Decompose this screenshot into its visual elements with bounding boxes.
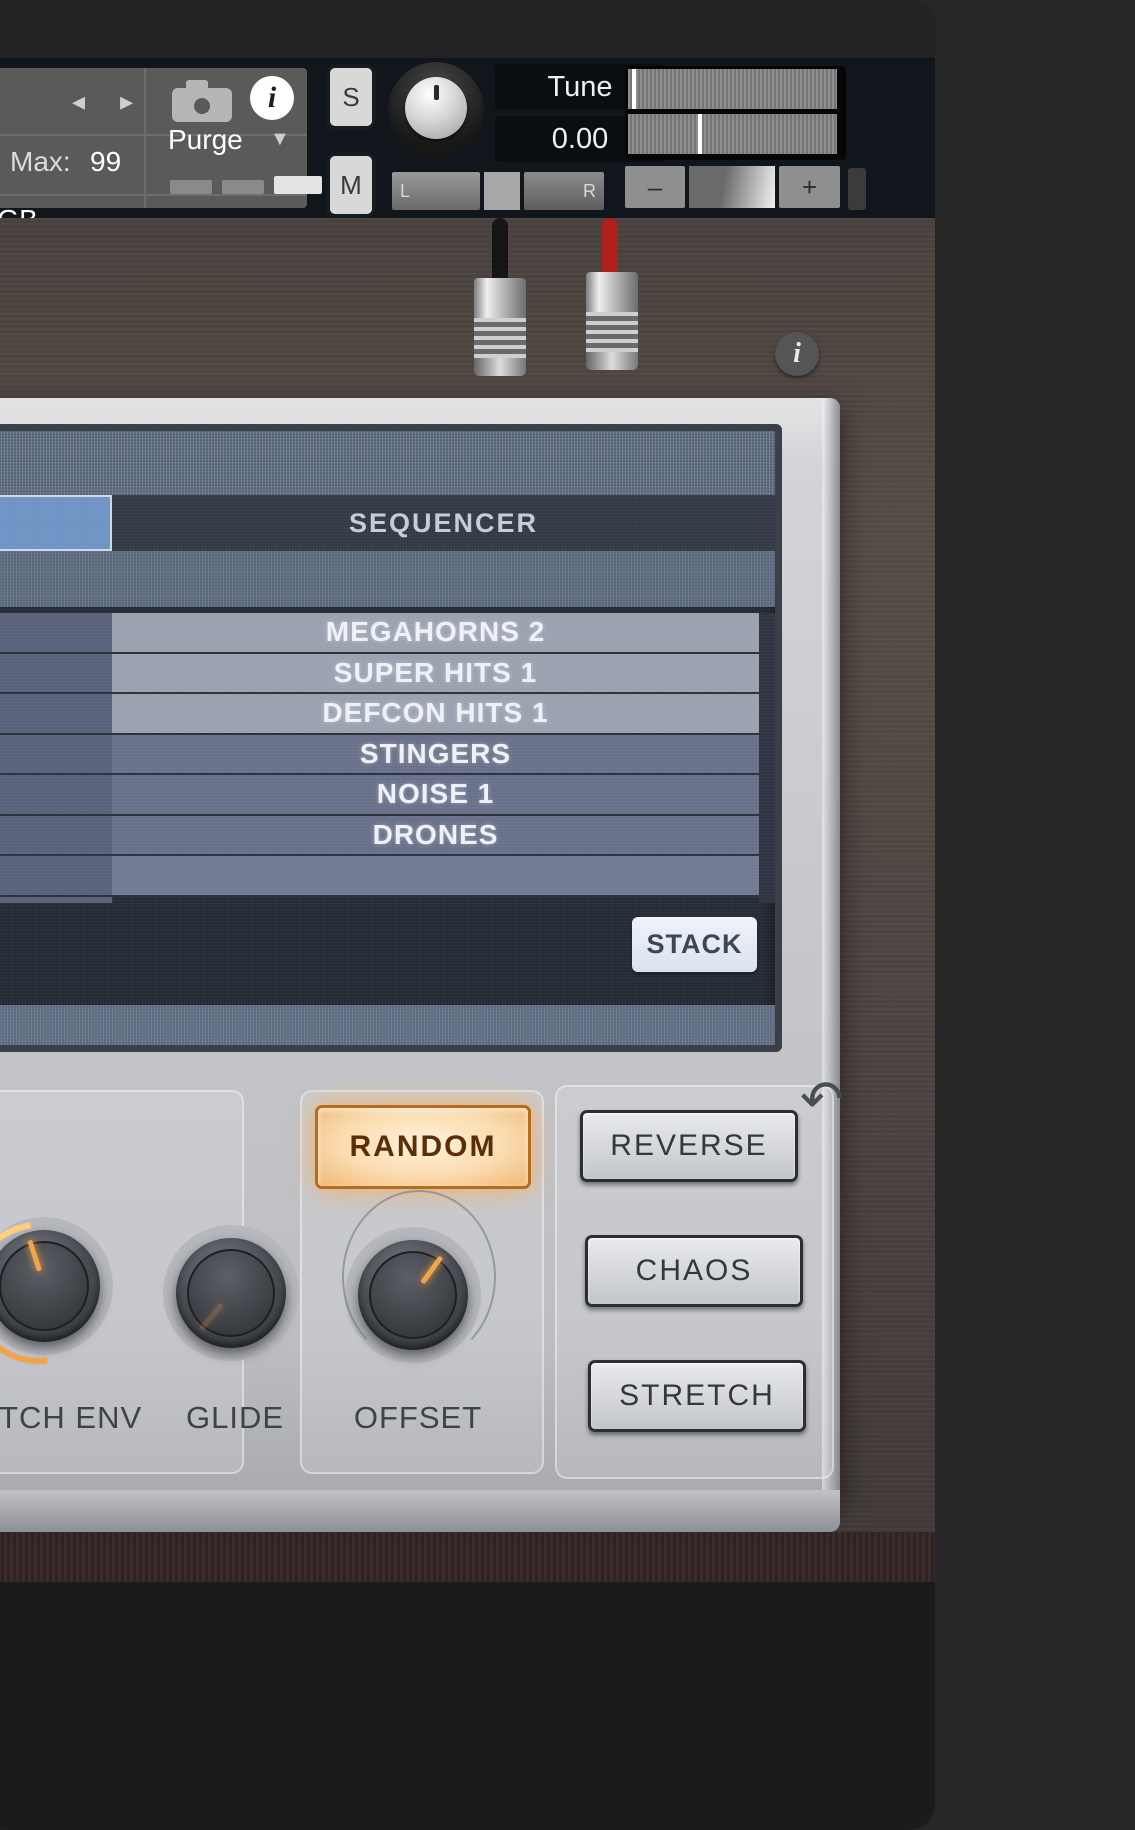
mute-button[interactable]: M	[330, 156, 372, 214]
screen-top-bar	[0, 431, 775, 495]
offset-arc	[342, 1190, 496, 1364]
list-row-handle[interactable]	[0, 613, 112, 654]
list-item[interactable]: NOISE 1	[112, 775, 759, 816]
chevron-down-icon: ▼	[270, 128, 290, 150]
camera-icon[interactable]	[172, 78, 232, 122]
tune-knob[interactable]	[388, 62, 484, 158]
chaos-button[interactable]: CHAOS	[585, 1235, 803, 1307]
pan-center-handle[interactable]	[484, 172, 520, 210]
swatch-3[interactable]	[274, 176, 322, 194]
divider	[144, 68, 146, 134]
prev-arrow-button[interactable]: ◂	[72, 88, 85, 114]
rack-info-icon[interactable]: i	[775, 332, 819, 376]
purge-label: Purge	[168, 124, 243, 155]
list-row-handle[interactable]	[0, 694, 112, 735]
tab-active[interactable]	[0, 495, 112, 551]
list-item[interactable]: DEFCON HITS 1	[112, 694, 759, 735]
device-frame: ◂ ▸ Max: 99 4 GB i Purge ▼ S	[0, 0, 935, 1830]
list-left-column[interactable]	[0, 613, 114, 903]
reverse-button[interactable]: REVERSE	[580, 1110, 798, 1182]
stack-row: STACK	[0, 909, 775, 981]
screen-bottom-bar	[0, 1005, 775, 1045]
sequencer-screen: SEQUENCER MEGAHORNS 2 SUPER HITS 1 DEFCO…	[0, 424, 782, 1052]
header-end-cap	[848, 168, 866, 210]
list-item[interactable]: MEGAHORNS 2	[112, 613, 759, 654]
pan-right-label: R	[583, 180, 596, 201]
list-item[interactable]	[112, 856, 759, 897]
panel-bottom-edge	[0, 1490, 840, 1532]
glide-label: GLIDE	[185, 1400, 285, 1435]
max-value: 99	[90, 146, 122, 177]
divider	[0, 194, 307, 196]
divider	[144, 134, 146, 208]
felt-strip	[0, 1532, 935, 1582]
next-arrow-button[interactable]: ▸	[120, 88, 133, 114]
screen-tab-row: SEQUENCER	[0, 495, 775, 551]
swatch-1[interactable]	[170, 180, 212, 194]
sequencer-list: MEGAHORNS 2 SUPER HITS 1 DEFCON HITS 1 S…	[0, 613, 775, 903]
max-label: Max:	[10, 146, 71, 177]
volume-slider[interactable]: – +	[625, 166, 840, 208]
page-title: SEQUENCER	[348, 507, 539, 538]
undo-icon[interactable]: ↶	[800, 1074, 850, 1128]
host-header-bar: ◂ ▸ Max: 99 4 GB i Purge ▼ S	[0, 0, 935, 235]
list-scrollbar[interactable]	[759, 613, 775, 903]
list-row-handle[interactable]	[0, 775, 112, 816]
info-icon[interactable]: i	[250, 76, 294, 120]
list-item[interactable]: DRONES	[112, 815, 759, 856]
swatch-2[interactable]	[222, 180, 264, 194]
solo-button[interactable]: S	[330, 68, 372, 126]
list-items-column: MEGAHORNS 2 SUPER HITS 1 DEFCON HITS 1 S…	[112, 613, 759, 903]
screen-band	[0, 551, 775, 607]
glide-knob[interactable]	[176, 1238, 286, 1348]
list-row-handle[interactable]	[0, 856, 112, 897]
screenshot-root: ◂ ▸ Max: 99 4 GB i Purge ▼ S	[0, 0, 1135, 1830]
random-button[interactable]: RANDOM	[315, 1105, 531, 1189]
pan-slider[interactable]: L R	[392, 172, 604, 210]
list-row-handle[interactable]	[0, 735, 112, 775]
header-top-strip	[0, 0, 935, 58]
volume-minus-button[interactable]: –	[625, 166, 685, 208]
volume-track[interactable]	[689, 166, 775, 208]
list-item[interactable]: STINGERS	[112, 734, 759, 775]
volume-plus-button[interactable]: +	[779, 166, 840, 208]
level-meter	[625, 66, 846, 160]
offset-label: OFFSET	[353, 1400, 483, 1435]
stack-button[interactable]: STACK	[632, 917, 757, 972]
pitch-env-label: PITCH ENV	[0, 1400, 143, 1435]
list-item[interactable]: SUPER HITS 1	[112, 653, 759, 694]
dark-floor	[0, 1582, 935, 1830]
list-row-handle[interactable]	[0, 654, 112, 694]
pan-left-label: L	[400, 180, 411, 201]
purge-dropdown[interactable]: Purge ▼	[158, 122, 308, 164]
stretch-button[interactable]: STRETCH	[588, 1360, 806, 1432]
list-row-handle[interactable]	[0, 816, 112, 856]
